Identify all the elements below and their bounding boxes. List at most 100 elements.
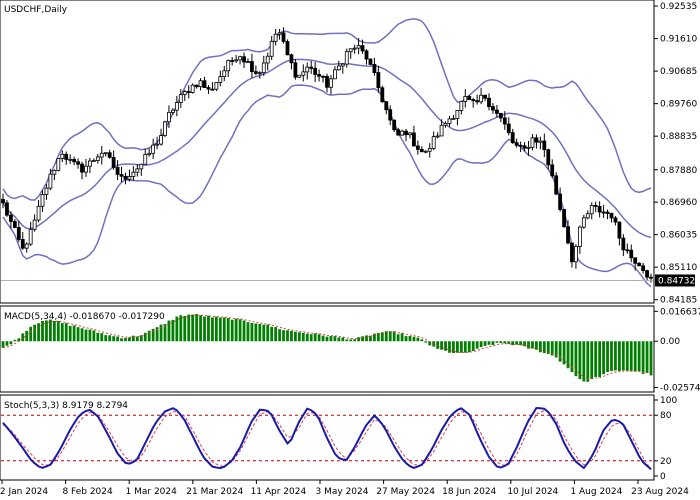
candle-body bbox=[317, 74, 321, 77]
macd-histogram-bar bbox=[483, 341, 487, 346]
macd-histogram-bar bbox=[388, 331, 392, 342]
candle-body bbox=[214, 82, 219, 90]
candle-body bbox=[384, 101, 389, 111]
macd-histogram-bar bbox=[274, 327, 278, 342]
candle-body bbox=[198, 80, 203, 88]
macd-histogram-bar bbox=[558, 341, 562, 362]
macd-histogram-bar bbox=[278, 329, 281, 342]
macd-histogram-bar bbox=[29, 326, 33, 342]
chart-canvas: 0.92535 0.91610 0.90685 0.89760 0.88835 0.878… bbox=[0, 0, 700, 497]
macd-histogram-bar bbox=[495, 341, 499, 343]
candle-body bbox=[297, 74, 302, 78]
candle-body bbox=[151, 144, 156, 154]
candle-body bbox=[174, 102, 179, 111]
candle-body bbox=[400, 130, 404, 136]
candle-body bbox=[589, 204, 594, 215]
price-title: USDCHF,Daily bbox=[4, 5, 68, 15]
macd-histogram-bar bbox=[444, 341, 447, 351]
candle-body bbox=[242, 56, 246, 63]
macd-histogram-bar bbox=[195, 314, 199, 342]
candle-body bbox=[605, 211, 610, 214]
candle-body bbox=[293, 62, 298, 78]
macd-histogram-bar bbox=[92, 330, 96, 342]
candle-body bbox=[218, 76, 223, 83]
macd-histogram-bar bbox=[499, 341, 503, 343]
macd-histogram-bar bbox=[341, 337, 345, 342]
candle-body bbox=[309, 66, 314, 69]
candle-body bbox=[107, 152, 112, 158]
price-tick-label: 0.89760 bbox=[660, 100, 697, 110]
price-axis: 0.92535 0.91610 0.90685 0.89760 0.88835 0.878… bbox=[654, 2, 697, 306]
candle-body bbox=[502, 117, 507, 125]
macd-histogram-bar bbox=[207, 315, 210, 342]
candle-body bbox=[321, 75, 325, 78]
macd-histogram-bar bbox=[159, 324, 163, 342]
macd-histogram-bar bbox=[621, 341, 625, 371]
price-tick-label: 0.91610 bbox=[660, 35, 697, 45]
macd-histogram-bar bbox=[222, 317, 226, 342]
date-axis: 2 Jan 2024 8 Feb 2024 1 Mar 2024 21 Mar 202… bbox=[0, 480, 689, 497]
candle-body bbox=[194, 84, 199, 88]
macd-histogram-bar bbox=[503, 341, 507, 344]
candle-body bbox=[36, 205, 41, 221]
price-tick-label: 0.88835 bbox=[660, 132, 697, 142]
macd-histogram-bar bbox=[76, 327, 80, 342]
date-tick-label: 1 Aug 2024 bbox=[570, 487, 622, 497]
macd-histogram-bar bbox=[5, 341, 9, 346]
macd-histogram-bar bbox=[641, 341, 645, 374]
candle-body bbox=[88, 160, 92, 167]
candle-body bbox=[562, 209, 566, 228]
candle-body bbox=[253, 71, 258, 74]
candle-body bbox=[542, 140, 547, 151]
price-tick-label: 0.84185 bbox=[660, 296, 697, 306]
candle-body bbox=[127, 176, 132, 180]
macd-histogram-bar bbox=[84, 329, 88, 342]
candle-body bbox=[123, 175, 128, 180]
candle-body bbox=[427, 148, 432, 152]
macd-histogram-bar bbox=[400, 333, 404, 342]
candle-body bbox=[52, 169, 57, 175]
macd-histogram-bar bbox=[49, 319, 52, 342]
macd-histogram-bar bbox=[21, 333, 25, 342]
candle-body bbox=[526, 146, 531, 149]
macd-histogram-bar bbox=[637, 341, 641, 372]
candle-body bbox=[135, 168, 140, 173]
candle-body bbox=[261, 62, 266, 74]
candle-body bbox=[404, 130, 408, 136]
macd-histogram-bar bbox=[246, 322, 250, 342]
candle-body bbox=[593, 204, 598, 207]
macd-histogram-bar bbox=[60, 323, 64, 342]
macd-histogram-bar bbox=[321, 335, 325, 342]
candle-body bbox=[313, 67, 318, 75]
macd-histogram-bar bbox=[459, 341, 463, 353]
candle-body bbox=[352, 47, 357, 50]
macd-histogram-bar bbox=[625, 341, 629, 371]
stoch-panel: 100 80 20 0 Stoch(5,3,3) 8.9179 8.2794 bbox=[0, 394, 677, 482]
macd-panel: 0.016637 0.00 -0.025749 MACD(5,34,4) -0.01… bbox=[0, 305, 700, 393]
candle-body bbox=[329, 78, 333, 88]
candle-body bbox=[234, 59, 239, 62]
macd-histogram-bar bbox=[392, 331, 396, 342]
candle-body bbox=[143, 154, 148, 165]
date-tick-label: 18 Jun 2024 bbox=[442, 487, 496, 497]
macd-tick-label: 0.016637 bbox=[660, 307, 700, 317]
macd-histogram-bar bbox=[218, 317, 222, 342]
macd-histogram-bar bbox=[329, 335, 333, 342]
candle-body bbox=[467, 96, 472, 100]
macd-title: MACD(5,34,4) -0.018670 -0.017290 bbox=[4, 312, 165, 322]
candle-body bbox=[495, 109, 499, 114]
candle-body bbox=[60, 153, 65, 159]
candle-body bbox=[597, 205, 602, 213]
candle-body bbox=[344, 51, 349, 65]
candle-body bbox=[530, 137, 535, 148]
macd-histogram-bar bbox=[313, 333, 317, 342]
macd-histogram-bar bbox=[56, 320, 60, 342]
candle-body bbox=[392, 119, 397, 131]
stoch-tick-label: 100 bbox=[660, 396, 677, 406]
macd-histogram-bar bbox=[293, 331, 297, 342]
candle-body bbox=[44, 187, 49, 195]
candle-body bbox=[178, 94, 183, 103]
candle-body bbox=[238, 56, 242, 61]
candle-body bbox=[364, 50, 369, 60]
candle-body bbox=[5, 202, 9, 216]
